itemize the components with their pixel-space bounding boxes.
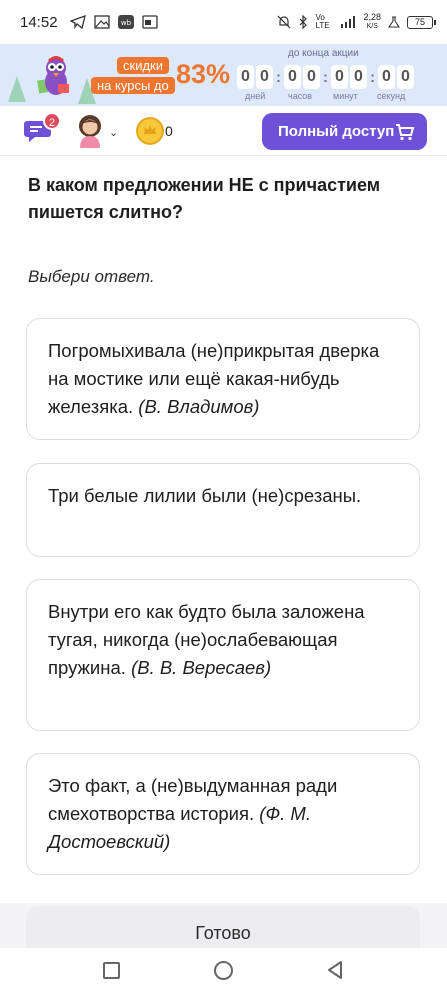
status-time: 14:52 [20, 13, 58, 31]
timer-digit: 0 [284, 65, 301, 89]
coin-count: 0 [165, 123, 173, 139]
mute-bell-icon [278, 15, 291, 29]
timer-label-minutes: минут [333, 91, 358, 101]
timer-colon: : [370, 68, 375, 86]
cart-icon [396, 124, 415, 141]
bluetooth-icon [300, 15, 308, 29]
system-nav-bar [0, 948, 447, 1000]
status-notification-icons: wb [69, 15, 158, 29]
answer-option[interactable]: Внутри его как будто была заложена тугая… [26, 579, 420, 731]
promo-percent: 83% [176, 59, 231, 89]
timer-digit: 0 [303, 65, 320, 89]
done-label: Готово [195, 923, 251, 943]
full-access-label: Полный доступ [278, 123, 395, 140]
timer-label-days: дней [245, 91, 266, 101]
home-icon[interactable] [214, 961, 233, 980]
timer-label-seconds: секунд [377, 91, 406, 101]
app-header: 2 ⌄ 0 Полный доступ [0, 106, 447, 156]
option-author: (В. В. Вересаев) [131, 657, 272, 678]
option-author: (В. Владимов) [138, 396, 260, 417]
timer-digit: 0 [397, 65, 414, 89]
timer-digit: 0 [350, 65, 367, 89]
answer-option[interactable]: Три белые лилии были (не)срезаны. [26, 463, 420, 557]
flask-icon [388, 16, 400, 28]
timer-digit: 0 [256, 65, 273, 89]
promo-pill-discounts: скидки [117, 57, 169, 74]
avatar[interactable] [76, 114, 104, 148]
network-speed: 2,28 K/S [363, 13, 381, 31]
chat-badge: 2 [43, 112, 61, 130]
promo-until-label: до конца акции [288, 48, 359, 59]
telegram-icon [69, 15, 86, 29]
answer-hint: Выбери ответ. [28, 267, 155, 286]
timer-label-hours: часов [288, 91, 313, 101]
promo-banner[interactable]: скидки на курсы до 83% до конца акции 0 … [0, 44, 447, 106]
volte-label: Vo LTE [315, 13, 330, 30]
status-system-icons: Vo LTE 2,28 K/S 75 [277, 13, 436, 31]
coin-icon [136, 117, 164, 145]
answer-option[interactable]: Погромыхивала (не)прикрытая дверка на мо… [26, 318, 420, 440]
question-title: В каком предложении НЕ с причастием пише… [28, 175, 381, 222]
decor-tree [8, 76, 26, 102]
back-icon[interactable] [325, 960, 345, 980]
full-access-button[interactable]: Полный доступ [262, 113, 427, 150]
done-button[interactable]: Готово [26, 906, 420, 948]
timer-digit: 0 [378, 65, 395, 89]
recents-icon[interactable] [103, 962, 120, 979]
network-speed-value: 2,28 [363, 12, 381, 22]
timer-colon: : [276, 68, 281, 86]
answer-option[interactable]: Это факт, а (не)выдуманная ради смехотво… [26, 753, 420, 875]
timer-colon: : [323, 68, 328, 86]
network-speed-unit: K/S [366, 23, 378, 30]
option-text: Три белые лилии были (не)срезаны. [48, 485, 362, 506]
svg-text:wb: wb [120, 19, 131, 27]
timer-digit: 0 [237, 65, 254, 89]
battery-indicator: 75 [407, 15, 436, 29]
gallery-icon [93, 15, 110, 29]
promo-countdown: 0 0 : 0 0 : 0 0 : 0 0 [237, 65, 416, 89]
window-icon [141, 15, 158, 29]
mascot-icon [37, 56, 69, 95]
wb-app-icon: wb [117, 15, 134, 29]
signal-icon [341, 16, 356, 28]
chevron-down-icon[interactable]: ⌄ [109, 126, 118, 139]
promo-pill-courses: на курсы до [91, 77, 175, 94]
timer-digit: 0 [331, 65, 348, 89]
status-bar: 14:52 wb Vo LTE 2,28 K/S 75 [0, 0, 447, 44]
